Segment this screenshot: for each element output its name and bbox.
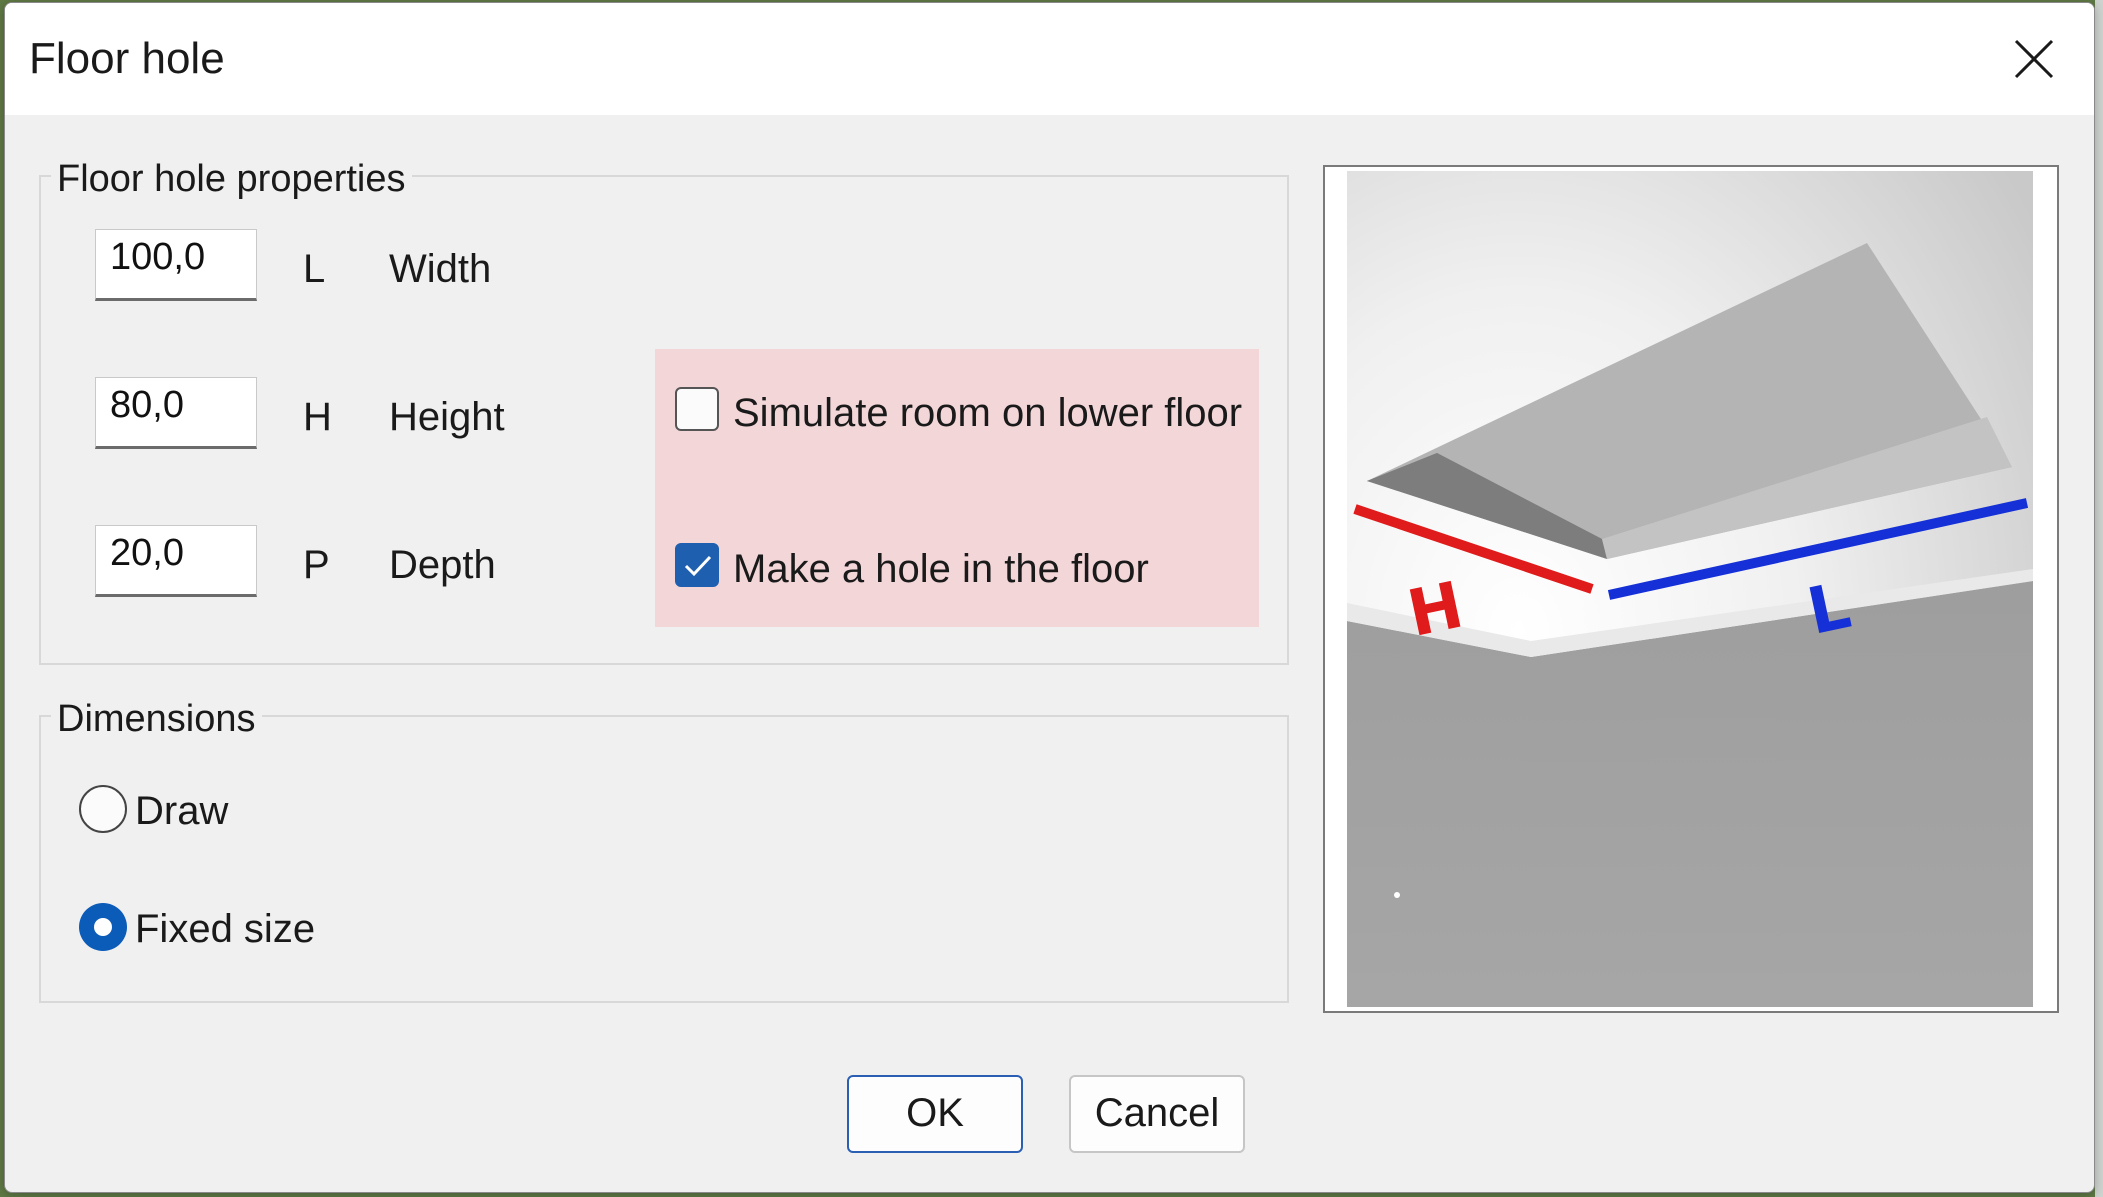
make-hole-checkbox[interactable] [675,543,719,587]
fixed-size-radio[interactable] [79,903,127,951]
cancel-button[interactable]: Cancel [1069,1075,1245,1153]
width-label: Width [389,247,492,291]
floor-hole-dialog: Floor hole Floor hole properties 100,0 L… [4,2,2095,1193]
draw-label[interactable]: Draw [135,789,228,834]
depth-symbol: P [303,543,330,587]
floor-hole-properties-legend: Floor hole properties [51,159,412,199]
dimensions-group [39,715,1289,1003]
width-symbol: L [303,247,326,291]
simulate-room-checkbox[interactable] [675,387,719,431]
height-symbol: H [303,395,332,439]
title-bar: Floor hole [5,3,2094,115]
floor-hole-preview-image: H L [1347,171,2033,1007]
depth-label: Depth [389,543,496,587]
preview-frame: H L [1323,165,2059,1013]
desktop-background [2095,0,2103,1197]
height-input[interactable]: 80,0 [95,377,257,449]
make-hole-label[interactable]: Make a hole in the floor [733,547,1149,592]
dialog-title: Floor hole [29,34,225,83]
fixed-size-label[interactable]: Fixed size [135,907,315,952]
depth-input[interactable]: 20,0 [95,525,257,597]
simulate-room-label[interactable]: Simulate room on lower floor [733,391,1242,436]
height-label: Height [389,395,505,439]
checkmark-icon [684,555,712,577]
draw-radio[interactable] [79,785,127,833]
width-input[interactable]: 100,0 [95,229,257,301]
ok-button[interactable]: OK [847,1075,1023,1153]
close-button[interactable] [1984,11,2084,107]
dimensions-legend: Dimensions [51,699,262,739]
close-icon [2014,39,2054,79]
